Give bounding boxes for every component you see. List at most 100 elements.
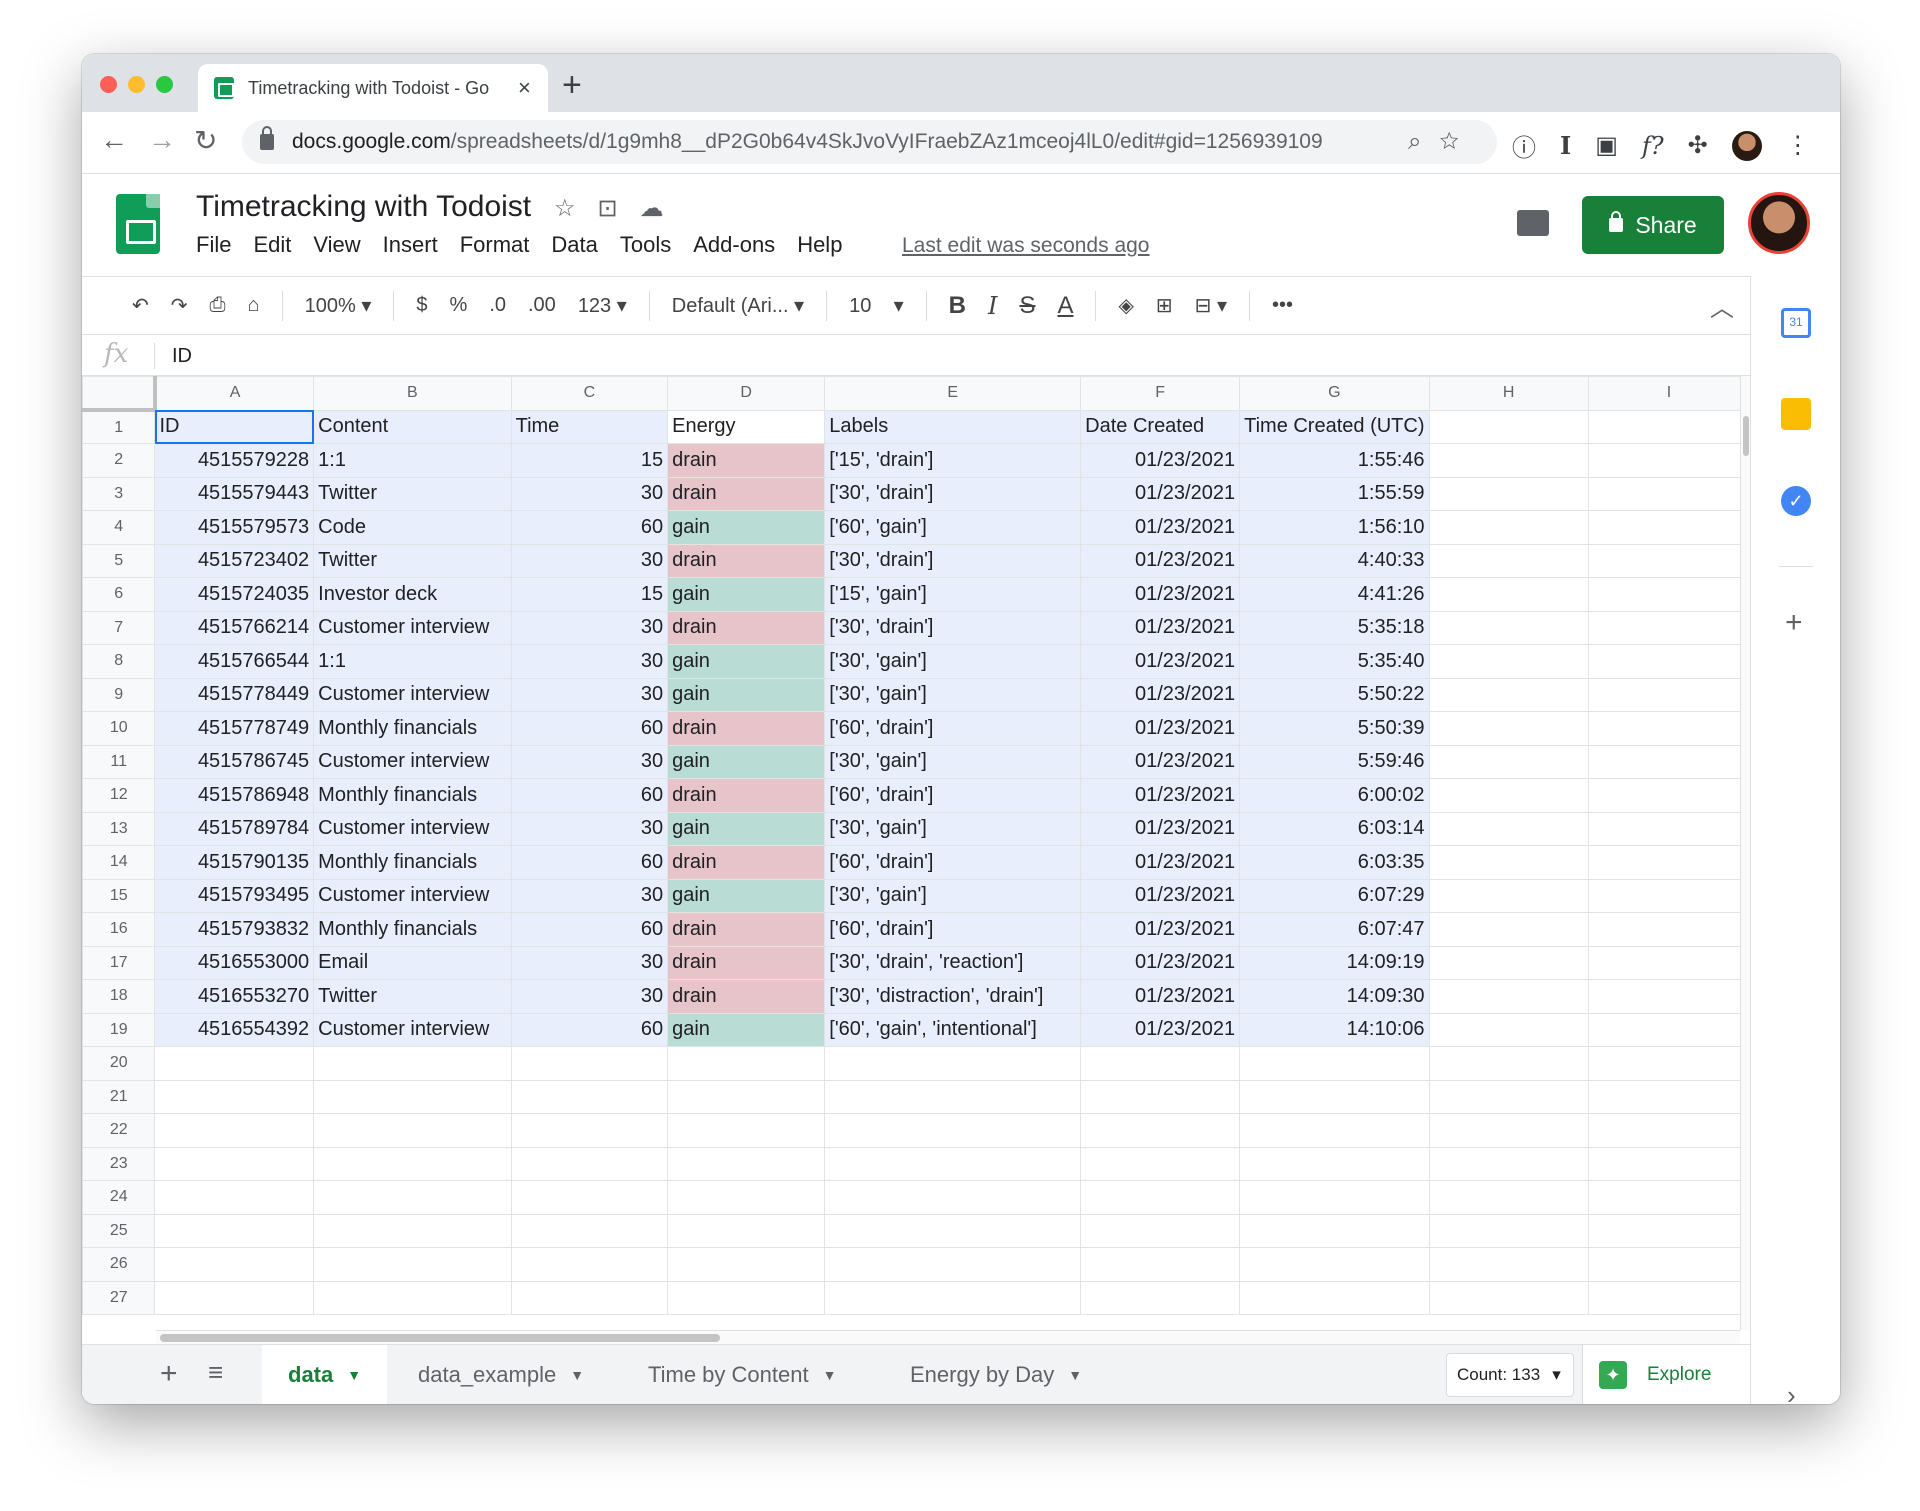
- cell-c22[interactable]: [510, 1113, 669, 1148]
- row-header[interactable]: 2: [82, 443, 156, 478]
- collapse-toolbar-icon[interactable]: ︿: [1710, 288, 1734, 323]
- cell-d10[interactable]: drain: [667, 711, 826, 746]
- cell-b21[interactable]: [313, 1079, 512, 1114]
- merge-cells-icon[interactable]: ⊟ ▾: [1195, 293, 1227, 318]
- browser-tab[interactable]: Timetracking with Todoist - Go ×: [198, 64, 548, 112]
- cell-f19[interactable]: 01/23/2021: [1080, 1012, 1241, 1047]
- address-bar[interactable]: docs.google.com/spreadsheets/d/1g9mh8__d…: [242, 120, 1497, 164]
- row-header[interactable]: 13: [82, 811, 156, 846]
- cell-g24[interactable]: [1239, 1180, 1430, 1215]
- strikethrough-button[interactable]: S: [1019, 292, 1035, 320]
- cell-b9[interactable]: Customer interview: [313, 677, 512, 712]
- cell-a25[interactable]: [154, 1213, 315, 1248]
- cell-i21[interactable]: [1587, 1079, 1750, 1114]
- cell-i23[interactable]: [1587, 1146, 1750, 1181]
- column-header-b[interactable]: B: [313, 376, 512, 411]
- cell-c15[interactable]: 30: [510, 878, 669, 913]
- menu-addons[interactable]: Add-ons: [693, 232, 775, 258]
- cell-h6[interactable]: [1428, 577, 1589, 612]
- cell-c19[interactable]: 60: [510, 1012, 669, 1047]
- cell-b13[interactable]: Customer interview: [313, 811, 512, 846]
- cell-g25[interactable]: [1239, 1213, 1430, 1248]
- cell-i7[interactable]: [1587, 610, 1750, 645]
- cell-d21[interactable]: [667, 1079, 826, 1114]
- menu-insert[interactable]: Insert: [383, 232, 438, 258]
- cell-g14[interactable]: 6:03:35: [1239, 845, 1430, 880]
- cell-g5[interactable]: 4:40:33: [1239, 543, 1430, 578]
- increase-decimal-button[interactable]: .00: [528, 294, 556, 317]
- cell-i15[interactable]: [1587, 878, 1750, 913]
- cell-c24[interactable]: [510, 1180, 669, 1215]
- cell-e27[interactable]: [824, 1280, 1082, 1315]
- cell-i1[interactable]: [1587, 409, 1750, 444]
- cell-h14[interactable]: [1428, 845, 1589, 880]
- cell-i25[interactable]: [1587, 1213, 1750, 1248]
- cell-f23[interactable]: [1080, 1146, 1241, 1181]
- cell-e2[interactable]: ['15', 'drain']: [824, 443, 1082, 478]
- horizontal-scrollbar[interactable]: [156, 1330, 1740, 1344]
- cell-h8[interactable]: [1428, 644, 1589, 679]
- cell-e16[interactable]: ['60', 'drain']: [824, 912, 1082, 947]
- column-header-e[interactable]: E: [824, 376, 1082, 411]
- menu-help[interactable]: Help: [797, 232, 842, 258]
- cell-a12[interactable]: 4515786948: [154, 778, 315, 813]
- cell-a16[interactable]: 4515793832: [154, 912, 315, 947]
- cell-g21[interactable]: [1239, 1079, 1430, 1114]
- cell-b1[interactable]: Content: [313, 409, 512, 444]
- row-header[interactable]: 16: [82, 912, 156, 947]
- cell-d17[interactable]: drain: [667, 945, 826, 980]
- new-tab-button[interactable]: +: [562, 66, 582, 105]
- sheet-tab-data-example[interactable]: data_example ▼: [392, 1345, 610, 1404]
- menu-view[interactable]: View: [313, 232, 360, 258]
- redo-icon[interactable]: ↷: [171, 293, 188, 318]
- cell-grid[interactable]: A B C D E F G H I 1 ID Content Time Energy La…: [82, 376, 1750, 1315]
- cell-i12[interactable]: [1587, 778, 1750, 813]
- calendar-icon[interactable]: 31: [1781, 308, 1811, 338]
- row-header[interactable]: 5: [82, 543, 156, 578]
- cell-a11[interactable]: 4515786745: [154, 744, 315, 779]
- cell-h26[interactable]: [1428, 1247, 1589, 1282]
- cell-e14[interactable]: ['60', 'drain']: [824, 845, 1082, 880]
- sheet-menu-caret-icon[interactable]: ▼: [570, 1367, 584, 1383]
- sheets-logo-icon[interactable]: [116, 194, 160, 254]
- cell-f21[interactable]: [1080, 1079, 1241, 1114]
- cell-b11[interactable]: Customer interview: [313, 744, 512, 779]
- keep-icon[interactable]: [1781, 398, 1811, 430]
- cell-f25[interactable]: [1080, 1213, 1241, 1248]
- cell-b3[interactable]: Twitter: [313, 476, 512, 511]
- cell-c27[interactable]: [510, 1280, 669, 1315]
- menu-data[interactable]: Data: [551, 232, 597, 258]
- row-header[interactable]: 12: [82, 778, 156, 813]
- italic-button[interactable]: I: [988, 292, 997, 320]
- row-header[interactable]: 25: [82, 1213, 156, 1248]
- fill-color-icon[interactable]: ◈: [1118, 293, 1133, 318]
- row-header[interactable]: 26: [82, 1247, 156, 1282]
- tasks-icon[interactable]: ✓: [1781, 486, 1811, 516]
- cell-h5[interactable]: [1428, 543, 1589, 578]
- cell-c14[interactable]: 60: [510, 845, 669, 880]
- cell-g7[interactable]: 5:35:18: [1239, 610, 1430, 645]
- cell-h19[interactable]: [1428, 1012, 1589, 1047]
- cell-d15[interactable]: gain: [667, 878, 826, 913]
- cell-e23[interactable]: [824, 1146, 1082, 1181]
- zoom-icon[interactable]: ⌕: [1408, 128, 1439, 155]
- cell-c8[interactable]: 30: [510, 644, 669, 679]
- cell-b20[interactable]: [313, 1046, 512, 1081]
- cell-e9[interactable]: ['30', 'gain']: [824, 677, 1082, 712]
- cell-e24[interactable]: [824, 1180, 1082, 1215]
- tab-close-icon[interactable]: ×: [518, 75, 531, 101]
- cell-c4[interactable]: 60: [510, 510, 669, 545]
- profile-avatar[interactable]: [1731, 130, 1762, 161]
- cell-e19[interactable]: ['60', 'gain', 'intentional']: [824, 1012, 1082, 1047]
- cell-h2[interactable]: [1428, 443, 1589, 478]
- more-formats-button[interactable]: 123 ▾: [578, 293, 627, 318]
- cell-a3[interactable]: 4515579443: [154, 476, 315, 511]
- cell-g3[interactable]: 1:55:59: [1239, 476, 1430, 511]
- cell-c17[interactable]: 30: [510, 945, 669, 980]
- cell-g19[interactable]: 14:10:06: [1239, 1012, 1430, 1047]
- cell-g13[interactable]: 6:03:14: [1239, 811, 1430, 846]
- cell-f12[interactable]: 01/23/2021: [1080, 778, 1241, 813]
- cell-h1[interactable]: [1428, 409, 1589, 444]
- cell-h7[interactable]: [1428, 610, 1589, 645]
- cell-a19[interactable]: 4516554392: [154, 1012, 315, 1047]
